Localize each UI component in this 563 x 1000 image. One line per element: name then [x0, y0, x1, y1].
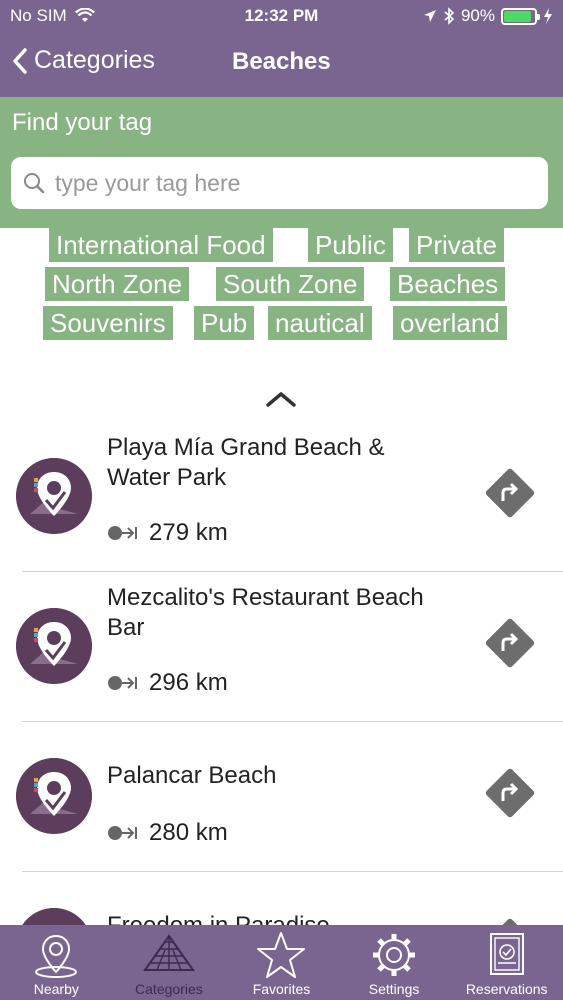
- tag-chip[interactable]: International Food: [49, 228, 273, 262]
- tab-favorites[interactable]: Favorites: [225, 925, 338, 1000]
- tab-bar: Nearby Categories Favorites Settings Res…: [0, 925, 563, 1000]
- place-distance-row: 280 km: [107, 819, 228, 847]
- place-distance: 296 km: [149, 669, 228, 696]
- header: No SIM 12:32 PM 90% Categories Beaches: [0, 0, 563, 97]
- tab-label: Settings: [368, 981, 420, 997]
- battery-percent: 90%: [460, 6, 495, 25]
- bluetooth-icon: [444, 7, 455, 25]
- distance-icon: [108, 526, 137, 540]
- page-title: Beaches: [232, 48, 331, 75]
- location-pin-icon: [35, 934, 78, 978]
- pyramid-icon: [142, 934, 195, 971]
- search-icon: [24, 173, 45, 194]
- place-logo-icon: [16, 458, 92, 534]
- tab-label: Reservations: [465, 981, 548, 997]
- tab-categories[interactable]: Categories: [113, 925, 226, 1000]
- tag-chip[interactable]: Beaches: [390, 267, 506, 301]
- tag-chip[interactable]: Souvenirs: [43, 306, 173, 340]
- tag-chip[interactable]: South Zone: [216, 267, 365, 301]
- battery-icon: [501, 7, 540, 25]
- directions-icon[interactable]: [484, 917, 536, 925]
- battery-fill: [504, 10, 531, 22]
- charging-icon: [544, 8, 552, 24]
- tab-label: Categories: [135, 981, 203, 997]
- tab-label: Nearby: [33, 981, 79, 997]
- tag-search-panel: Find your tag: [0, 97, 563, 228]
- tag-chip[interactable]: North Zone: [45, 267, 190, 301]
- tag-search-input[interactable]: [55, 169, 525, 197]
- place-distance-row: 296 km: [107, 669, 228, 697]
- place-distance-row: 279 km: [107, 519, 228, 547]
- place-logo-icon: [16, 908, 92, 925]
- place-name: Playa Mía Grand Beach & Water Park: [107, 434, 385, 491]
- place-name: Mezcalito's Restaurant Beach Bar: [107, 584, 424, 641]
- chevron-up-icon[interactable]: [264, 388, 298, 410]
- distance-icon: [108, 676, 137, 690]
- nav-bar: Categories Beaches: [0, 38, 563, 90]
- directions-icon[interactable]: [484, 617, 536, 669]
- chevron-left-icon: [13, 47, 27, 74]
- tag-chip[interactable]: Private: [409, 228, 504, 262]
- tag-chip[interactable]: Pub: [194, 306, 255, 340]
- tag-chip[interactable]: Public: [308, 228, 393, 262]
- status-bar: No SIM 12:32 PM 90%: [0, 0, 563, 32]
- list-item[interactable]: Freedom in Paradise: [0, 871, 563, 925]
- distance-icon: [108, 826, 137, 840]
- location-arrow-icon: [423, 10, 436, 22]
- tab-nearby[interactable]: Nearby: [0, 925, 113, 1000]
- star-icon: [257, 932, 306, 978]
- reservations-icon: [489, 933, 524, 975]
- tag-chip[interactable]: nautical: [268, 306, 372, 340]
- place-name: Palancar Beach: [107, 762, 277, 789]
- gear-icon: [373, 934, 416, 976]
- directions-icon[interactable]: [484, 467, 536, 519]
- tag-search-label: Find your tag: [12, 109, 153, 136]
- tag-chip[interactable]: overland: [393, 306, 507, 340]
- place-logo-icon: [16, 758, 92, 834]
- place-distance: 280 km: [149, 819, 228, 846]
- tab-reservations[interactable]: Reservations: [450, 925, 563, 1000]
- back-button-label: Categories: [34, 46, 155, 74]
- place-logo-icon: [16, 608, 92, 684]
- back-button[interactable]: Categories: [12, 46, 155, 75]
- place-name: Freedom in Paradise: [107, 911, 447, 925]
- tab-settings[interactable]: Settings: [338, 925, 451, 1000]
- list-item[interactable]: Mezcalito's Restaurant Beach Bar 296 km: [0, 571, 563, 721]
- tag-search-box[interactable]: [11, 157, 548, 209]
- place-distance: 279 km: [149, 519, 228, 546]
- list-item[interactable]: Playa Mía Grand Beach & Water Park 279 k…: [0, 421, 563, 571]
- list-item[interactable]: Palancar Beach 280 km: [0, 721, 563, 871]
- directions-icon[interactable]: [484, 767, 536, 819]
- tab-label: Favorites: [252, 981, 311, 997]
